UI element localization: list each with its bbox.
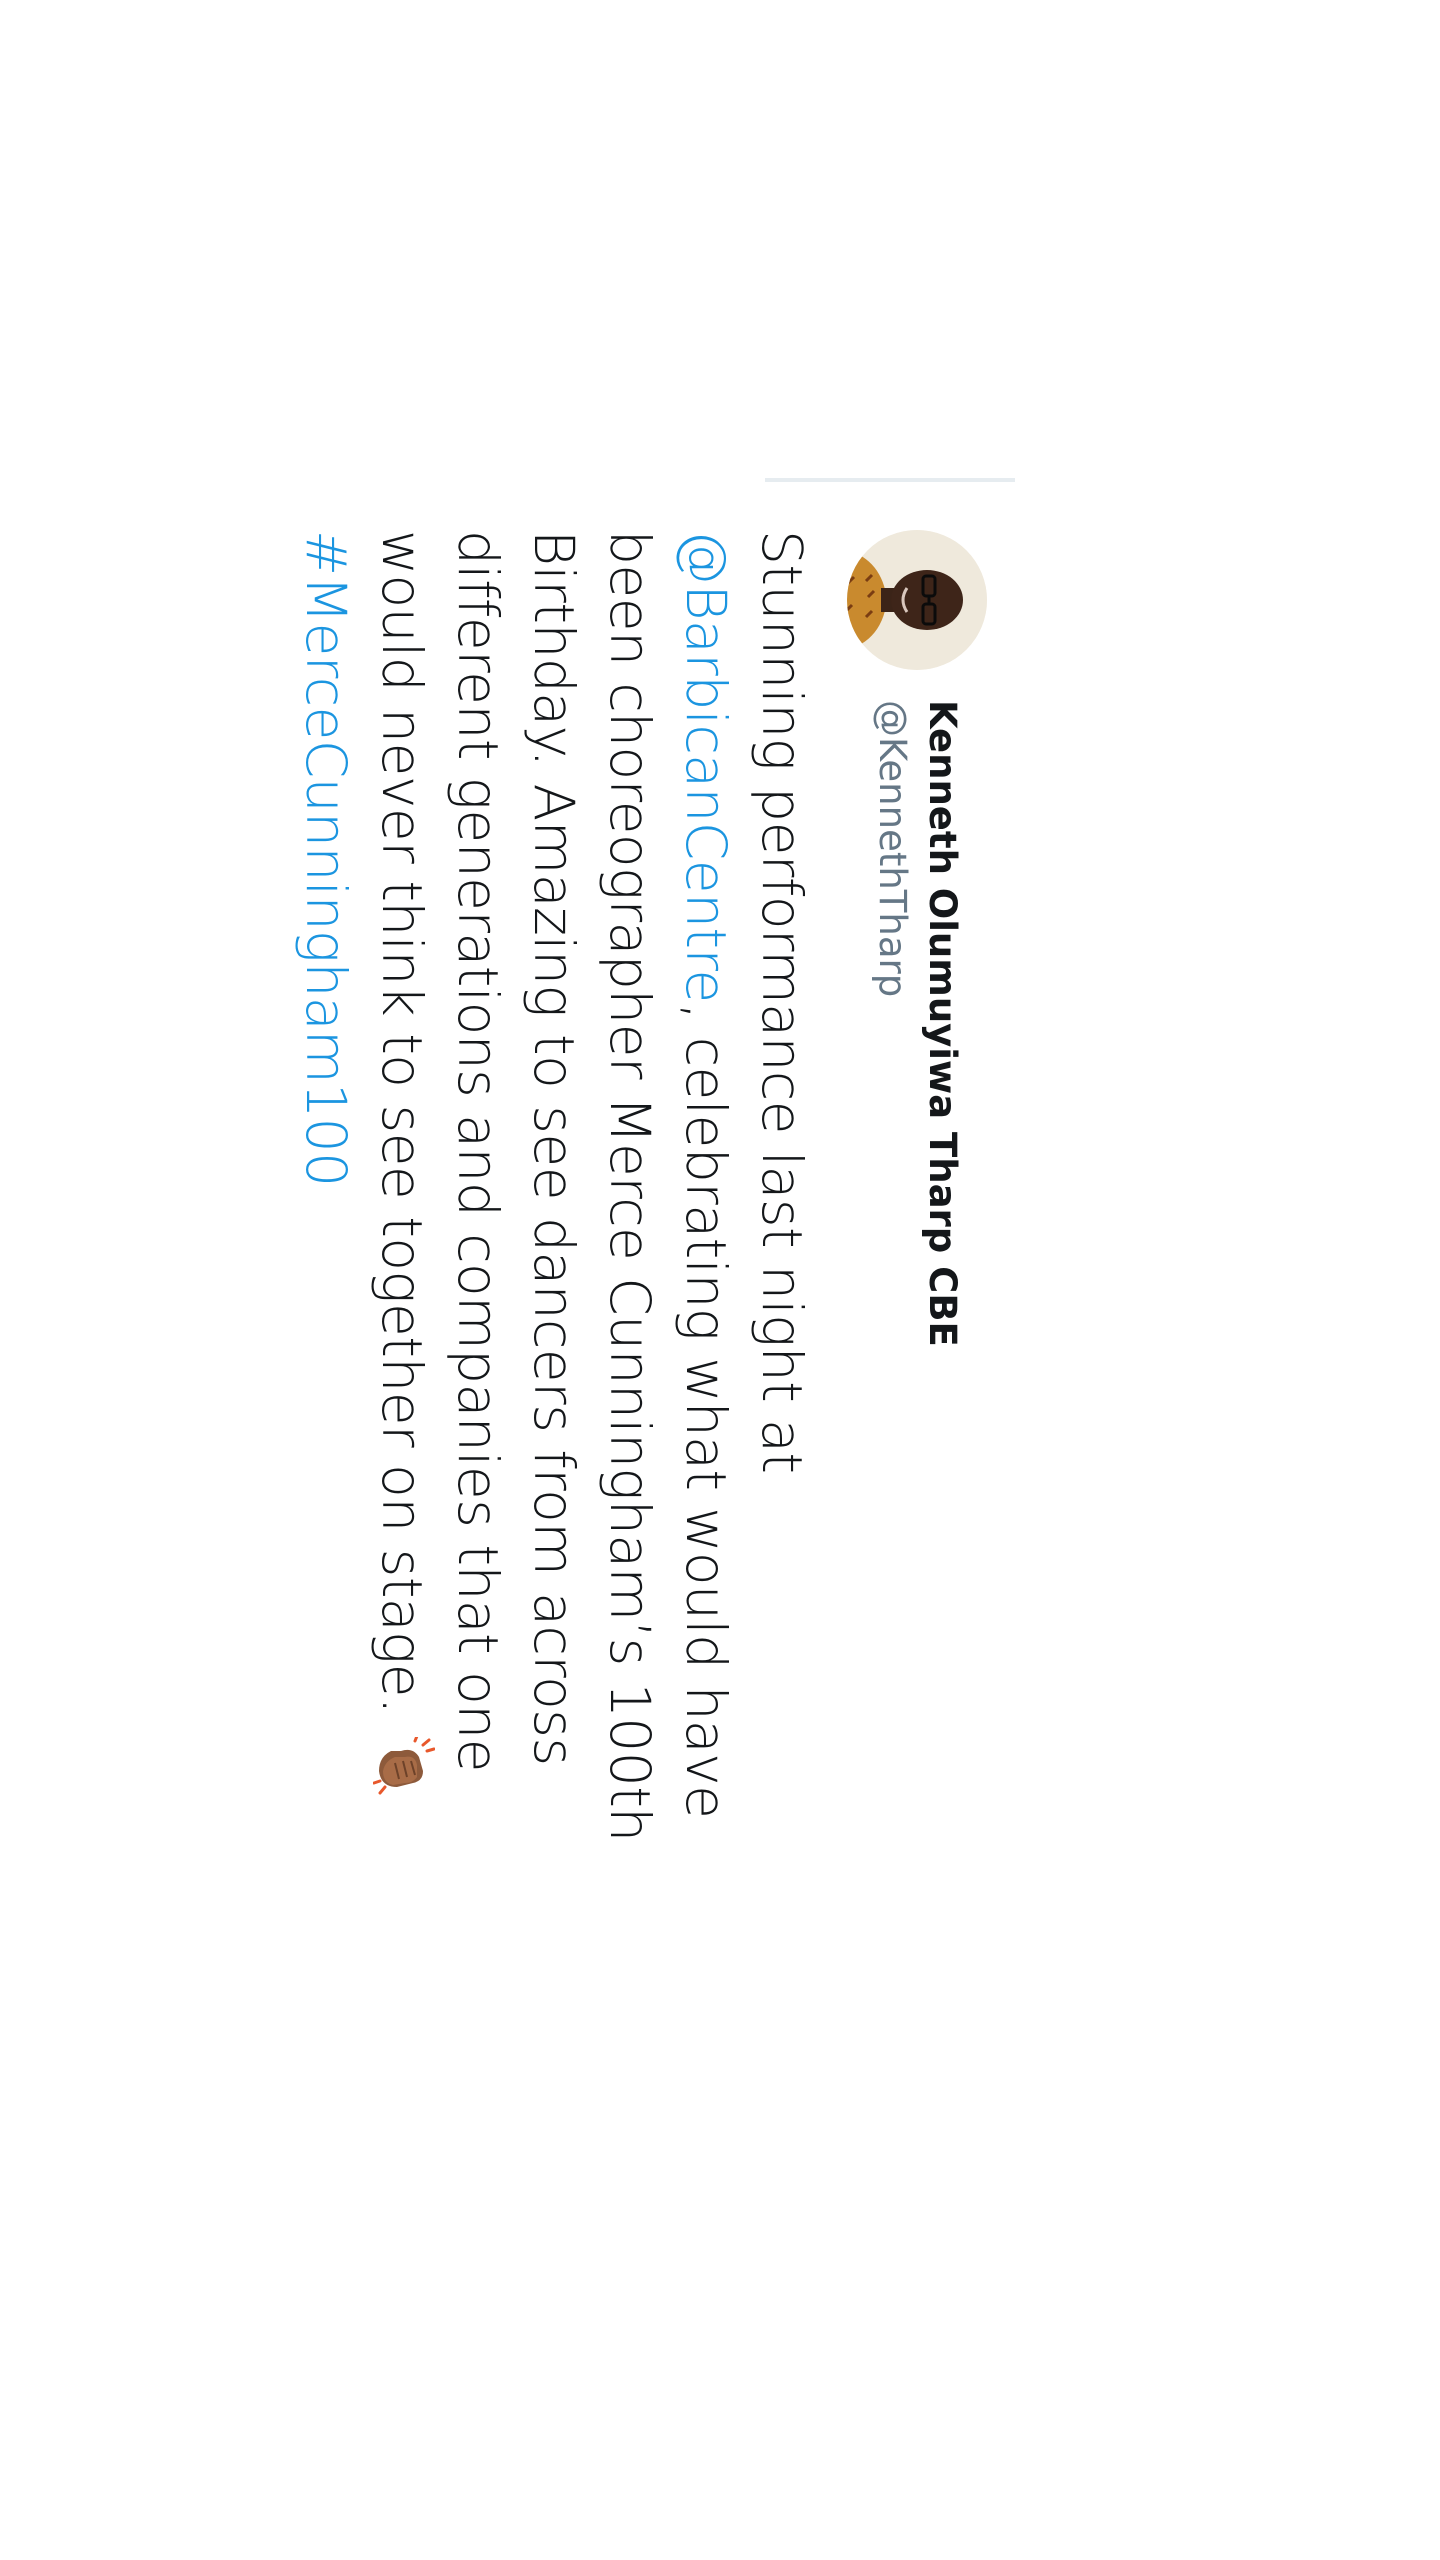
tweet-text-part: Stunning performance last night at [750,530,814,1474]
tweet-card[interactable]: Kenneth Olumuyiwa Tharp CBE @KennethThar… [294,478,1015,1978]
author-display-name[interactable]: Kenneth Olumuyiwa Tharp CBE [918,700,968,1347]
mention-link[interactable]: @BarbicanCentre [674,530,738,1003]
divider [765,478,1015,482]
author-handle[interactable]: @KennethTharp [868,700,918,1347]
clapping-hands-icon [373,1736,435,1797]
avatar[interactable] [847,530,988,670]
hashtag-link[interactable]: #MerceCunningham100 [294,530,358,1187]
tweet-header: Kenneth Olumuyiwa Tharp CBE @KennethThar… [845,530,990,1347]
avatar-photo-icon [847,530,988,670]
tweet-text: Stunning performance last night at @Barb… [288,530,820,1950]
user-meta: Kenneth Olumuyiwa Tharp CBE @KennethThar… [868,700,968,1347]
